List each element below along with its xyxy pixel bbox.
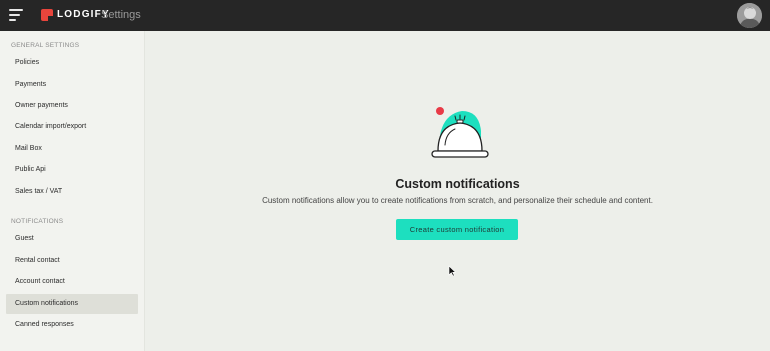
sidebar-item-rental-contact[interactable]: Rental contact xyxy=(6,251,138,271)
mouse-cursor-icon xyxy=(448,264,457,277)
settings-sidebar: GENERAL SETTINGS Policies Payments Owner… xyxy=(0,31,145,351)
menu-icon[interactable] xyxy=(9,9,23,21)
sidebar-item-calendar-import-export[interactable]: Calendar import/export xyxy=(6,117,138,137)
top-bar: LODGIFY Settings xyxy=(0,0,770,31)
user-avatar[interactable] xyxy=(737,3,762,28)
description-text: Custom notifications allow you to create… xyxy=(262,196,653,205)
sidebar-item-owner-payments[interactable]: Owner payments xyxy=(6,96,138,116)
sidebar-item-guest[interactable]: Guest xyxy=(6,229,138,249)
main-content: Custom notifications Custom notification… xyxy=(145,31,770,351)
sidebar-item-sales-tax-vat[interactable]: Sales tax / VAT xyxy=(6,182,138,202)
sidebar-item-custom-notifications[interactable]: Custom notifications xyxy=(6,294,138,314)
sidebar-item-account-contact[interactable]: Account contact xyxy=(6,272,138,292)
create-custom-notification-button[interactable]: Create custom notification xyxy=(396,219,518,240)
sidebar-item-canned-responses[interactable]: Canned responses xyxy=(6,315,138,335)
sidebar-item-payments[interactable]: Payments xyxy=(6,75,138,95)
section-header-general-settings: GENERAL SETTINGS xyxy=(11,42,80,49)
sidebar-item-public-api[interactable]: Public Api xyxy=(6,160,138,180)
sidebar-item-mail-box[interactable]: Mail Box xyxy=(6,139,138,159)
page-title: Settings xyxy=(101,9,141,21)
sidebar-item-policies[interactable]: Policies xyxy=(6,53,138,73)
section-header-notifications: NOTIFICATIONS xyxy=(11,218,64,225)
page-heading: Custom notifications xyxy=(395,177,520,191)
lodgify-logo-icon xyxy=(41,9,53,21)
